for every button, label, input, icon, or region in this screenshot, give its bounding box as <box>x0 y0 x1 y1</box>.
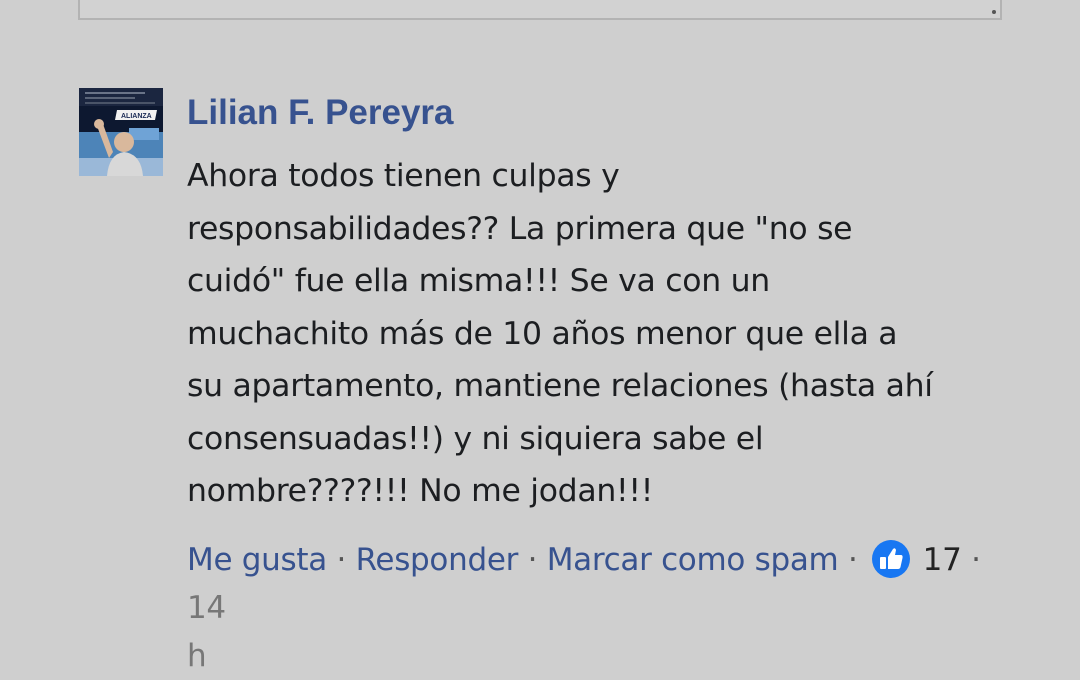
comment-line: nombre????!!! No me jodan!!! <box>187 473 654 509</box>
like-count[interactable]: 17 <box>923 542 962 578</box>
avatar-badge-text: ALIANZA <box>121 113 152 120</box>
mark-spam-link[interactable]: Marcar como spam <box>547 542 839 578</box>
timestamp-value: 14 <box>187 590 226 626</box>
comment-line: responsabilidades?? La primera que "no s… <box>187 210 853 247</box>
separator: · <box>326 542 356 578</box>
timestamp-unit: h <box>187 638 207 674</box>
comment-line: su apartamento, mantiene relaciones (has… <box>187 368 933 404</box>
comment-actions: Me gusta · Responder · Marcar como spam … <box>187 536 1017 680</box>
separator: · <box>961 542 981 578</box>
separator: · <box>518 542 547 578</box>
separator: · <box>838 542 868 578</box>
avatar[interactable]: ALIANZA <box>79 88 163 176</box>
comment-line: cuidó" fue ella misma!!! Se va con un <box>187 263 770 299</box>
comment-author[interactable]: Lilian F. Pereyra <box>187 92 454 134</box>
comment-line: consensuadas!!) y ni siquiera sabe el <box>187 420 764 457</box>
reply-textarea[interactable] <box>78 0 1002 20</box>
comment-line: muchachito más de 10 años menor que ella… <box>187 315 898 352</box>
comment-line: Ahora todos tienen culpas y <box>187 158 620 194</box>
avatar-image: ALIANZA <box>79 88 163 176</box>
timestamp[interactable]: 14 h <box>187 590 226 674</box>
thumbs-up-icon[interactable] <box>871 539 911 579</box>
reply-link[interactable]: Responder <box>356 542 519 578</box>
resize-handle-icon[interactable] <box>992 10 996 14</box>
like-link[interactable]: Me gusta <box>187 542 327 578</box>
comment-body: Ahora todos tienen culpas y responsabili… <box>187 150 1017 518</box>
